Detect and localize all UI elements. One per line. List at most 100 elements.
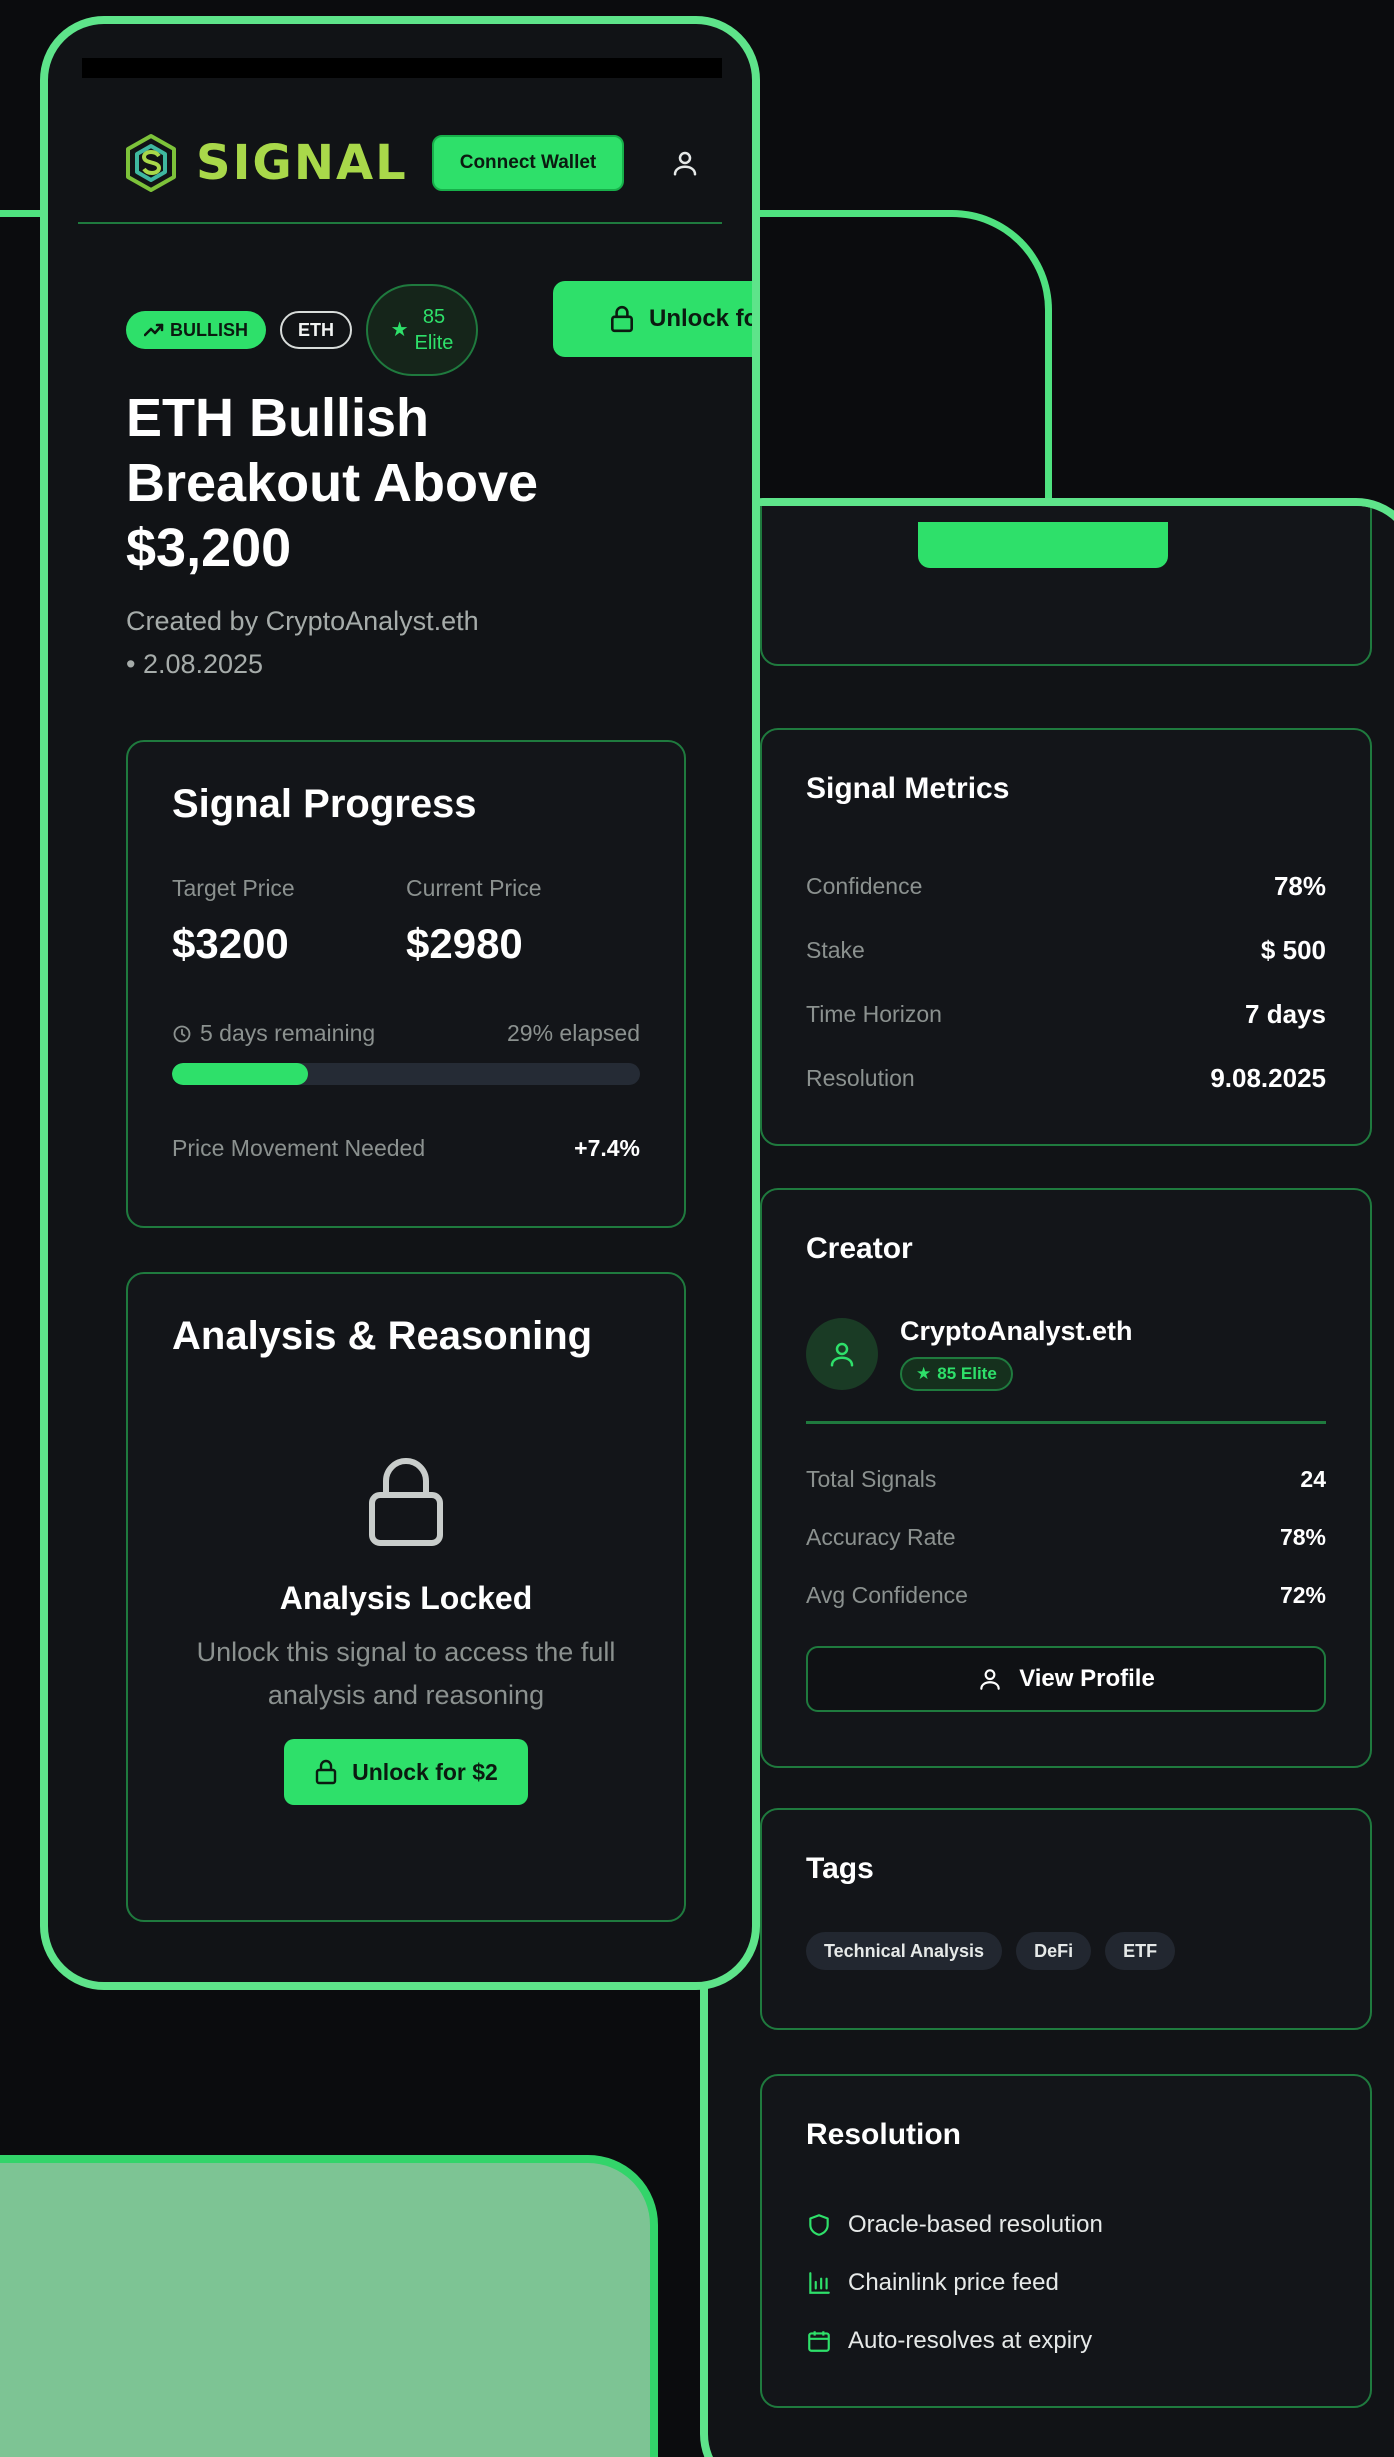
trend-up-icon: [144, 323, 164, 337]
view-profile-label: View Profile: [1019, 1665, 1155, 1692]
unlock-button[interactable]: Unlock for $2: [284, 1739, 528, 1806]
movement-label: Price Movement Needed: [172, 1135, 426, 1161]
price-row: Target Price $3200 Current Price $2980: [172, 875, 640, 968]
current-price-value: $2980: [406, 920, 523, 967]
user-icon[interactable]: [670, 148, 700, 178]
metric-value: 9.08.2025: [1210, 1062, 1326, 1093]
resolution-list: Oracle-based resolution Chainlink price …: [806, 2196, 1326, 2370]
unlock-button-partial[interactable]: [918, 522, 1168, 568]
elite-score-text: 85 Elite: [415, 304, 454, 356]
locked-title: Analysis Locked: [279, 1580, 533, 1616]
target-price-label: Target Price: [172, 875, 295, 901]
elapsed-label: 29% elapsed: [507, 1020, 640, 1046]
tag[interactable]: Technical Analysis: [806, 1932, 1003, 1970]
creator-stat-row: Total Signals 24: [806, 1450, 1326, 1508]
analysis-card: Analysis & Reasoning Analysis Locked Unl…: [126, 1272, 686, 1922]
star-icon: ★: [916, 1364, 932, 1383]
metric-row: Confidence 78%: [806, 854, 1326, 918]
signal-date: • 2.08.2025: [126, 649, 264, 680]
avatar: [806, 1317, 878, 1390]
view-profile-button[interactable]: View Profile: [806, 1646, 1326, 1712]
creator-name: CryptoAnalyst.eth: [900, 1316, 1133, 1346]
signal-meta: Created by CryptoAnalyst.eth • 2.08.2025: [126, 600, 546, 686]
clock-icon: [173, 1025, 191, 1042]
target-price-value: $3200: [172, 920, 289, 967]
metric-value: $ 500: [1260, 934, 1326, 965]
tags-heading: Tags: [806, 1852, 874, 1885]
metric-row: Resolution 9.08.2025: [806, 1046, 1326, 1110]
bullish-badge: BULLISH: [126, 311, 266, 349]
stat-value: 24: [1300, 1465, 1326, 1492]
tag[interactable]: ETF: [1105, 1932, 1176, 1970]
creator-stat-row: Accuracy Rate 78%: [806, 1508, 1326, 1566]
bar-chart-icon: [809, 2272, 830, 2294]
unlock-card-partial: [760, 506, 1372, 666]
unlock-button-top[interactable]: Unlock for $2: [553, 281, 759, 357]
stat-value: 78%: [1279, 1523, 1326, 1550]
resolution-item: Chainlink price feed: [806, 2254, 1326, 2312]
elite-badge: ★ 85 Elite: [900, 1357, 1013, 1391]
signal-creator: Created by CryptoAnalyst.eth: [126, 606, 479, 636]
logo-icon: [126, 134, 176, 192]
stat-value: 72%: [1279, 1581, 1326, 1608]
tags-card: Tags Technical Analysis DeFi ETF: [760, 1808, 1372, 2030]
divider: [806, 1421, 1326, 1424]
lock-icon: [315, 1760, 337, 1785]
user-icon: [980, 1669, 1000, 1690]
metrics-heading: Signal Metrics: [806, 772, 1010, 805]
signal-metrics-card: Signal Metrics Confidence 78% Stake $ 50…: [760, 728, 1372, 1146]
stat-label: Accuracy Rate: [806, 1523, 956, 1550]
phone-frame-left: SIGNAL Connect Wallet BULLISH ETH ★ 85 E…: [40, 16, 760, 1990]
app-header: SIGNAL Connect Wallet: [78, 104, 722, 224]
resolution-item-label: Auto-resolves at expiry: [848, 2327, 1093, 2354]
star-icon: ★: [390, 319, 409, 341]
elite-label: Elite: [414, 332, 454, 354]
phone-frame-right: Signal Metrics Confidence 78% Stake $ 50…: [700, 498, 1394, 2457]
signal-title: ETH Bullish Breakout Above $3,200: [126, 388, 539, 578]
logo-text: SIGNAL: [196, 135, 408, 191]
unlock-button-label: Unlock for $2: [352, 1758, 498, 1785]
signal-badges: BULLISH ETH ★ 85 Elite: [126, 284, 478, 376]
target-price: Target Price $3200: [172, 875, 406, 968]
remaining-label: 5 days remaining: [200, 1020, 376, 1046]
metric-label: Confidence: [806, 872, 923, 899]
elite-badge-label: 85 Elite: [937, 1364, 997, 1383]
progress-heading: Signal Progress: [172, 782, 477, 826]
resolution-item-label: Oracle-based resolution: [848, 2211, 1103, 2238]
tag-list: Technical Analysis DeFi ETF: [806, 1932, 1326, 1970]
progress-bar: [172, 1063, 640, 1085]
metric-label: Time Horizon: [806, 1000, 942, 1027]
resolution-item: Oracle-based resolution: [806, 2196, 1326, 2254]
left-phone-content: SIGNAL Connect Wallet BULLISH ETH ★ 85 E…: [78, 24, 752, 1982]
lock-icon: [369, 1458, 443, 1546]
creator-heading: Creator: [806, 1232, 913, 1265]
resolution-card: Resolution Oracle-based resolution Chain…: [760, 2074, 1372, 2408]
elite-score-badge: ★ 85 Elite: [366, 284, 478, 376]
tag[interactable]: DeFi: [1016, 1932, 1092, 1970]
decorative-block: [0, 2155, 658, 2457]
movement-value: +7.4%: [574, 1135, 640, 1161]
resolution-heading: Resolution: [806, 2118, 961, 2151]
user-icon: [830, 1342, 854, 1366]
current-price-label: Current Price: [406, 875, 542, 901]
metric-row: Time Horizon 7 days: [806, 982, 1326, 1046]
stat-label: Avg Confidence: [806, 1581, 968, 1608]
signal-progress-card: Signal Progress Target Price $3200 Curre…: [126, 740, 686, 1228]
analysis-heading: Analysis & Reasoning: [172, 1314, 593, 1358]
remaining-time: 5 days remaining: [172, 1020, 375, 1047]
unlock-label: Unlock for $2: [649, 305, 759, 332]
current-price: Current Price $2980: [406, 875, 640, 968]
connect-wallet-button[interactable]: Connect Wallet: [431, 135, 625, 191]
creator-identity[interactable]: CryptoAnalyst.eth ★ 85 Elite: [806, 1316, 1326, 1391]
bullish-badge-label: BULLISH: [170, 319, 248, 340]
metric-row: Stake $ 500: [806, 918, 1326, 982]
stat-label: Total Signals: [806, 1465, 937, 1492]
metric-label: Stake: [806, 936, 865, 963]
movement-row: Price Movement Needed +7.4%: [172, 1135, 640, 1162]
metric-label: Resolution: [806, 1064, 915, 1091]
elite-score: 85: [422, 306, 446, 328]
metric-value: 78%: [1273, 870, 1326, 901]
shield-icon: [809, 2214, 829, 2236]
creator-stat-row: Avg Confidence 72%: [806, 1566, 1326, 1624]
right-phone-content: Signal Metrics Confidence 78% Stake $ 50…: [760, 506, 1372, 2457]
